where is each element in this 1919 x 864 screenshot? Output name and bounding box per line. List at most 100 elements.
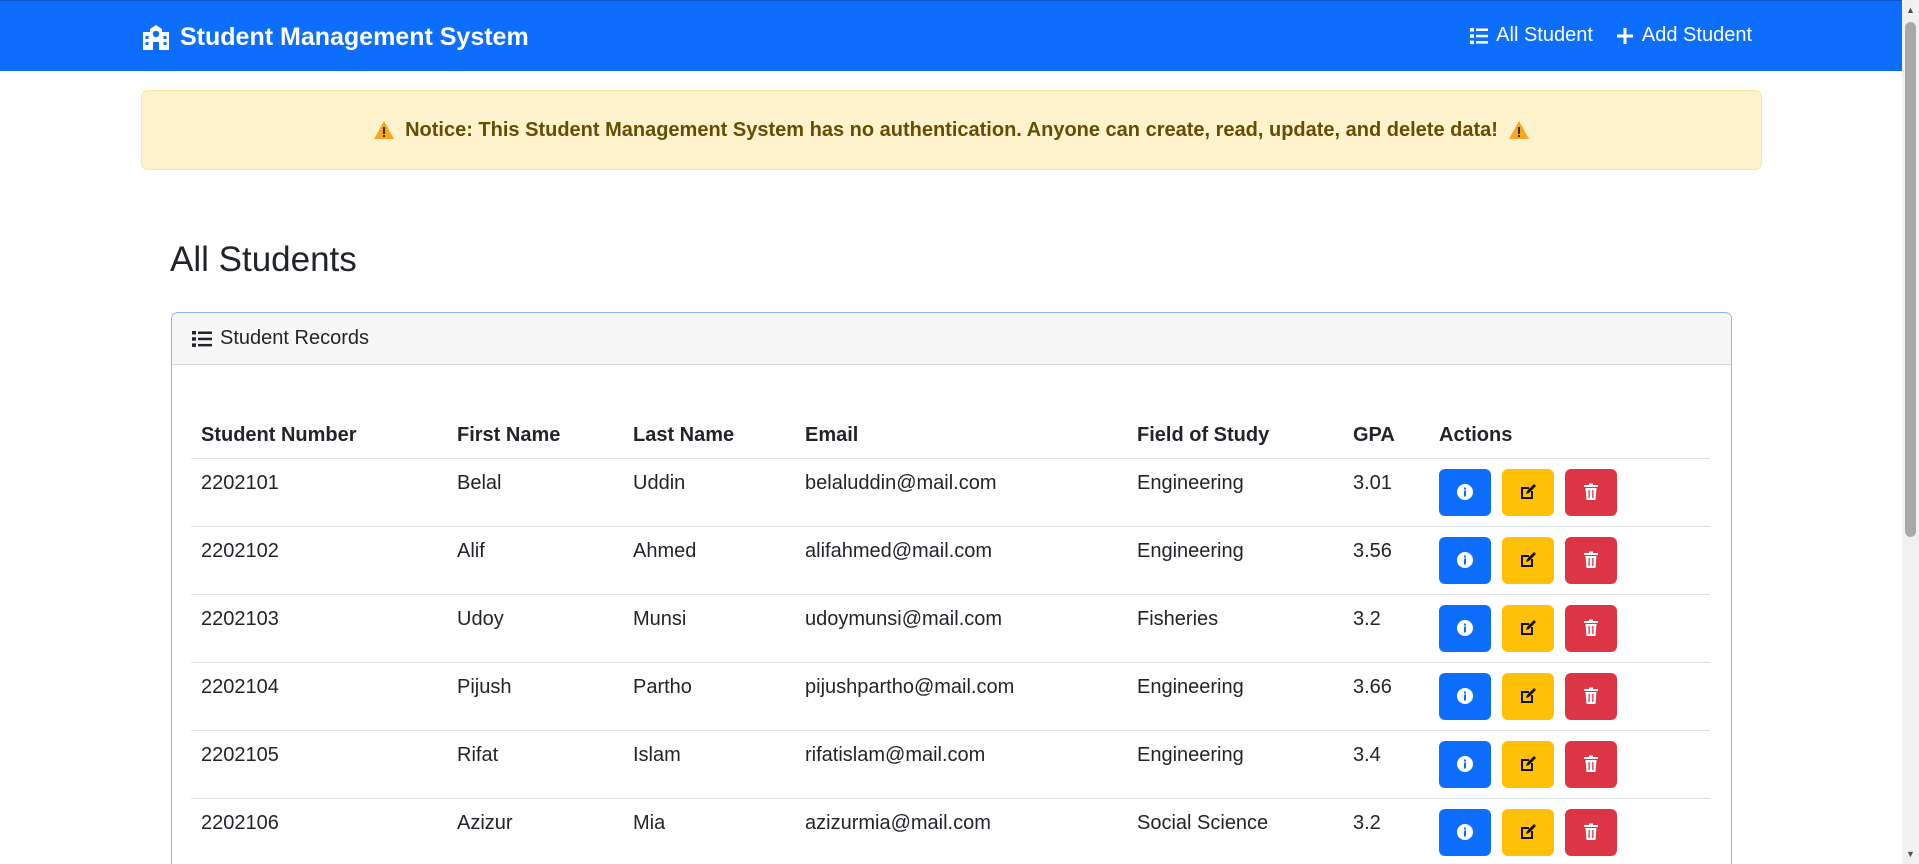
edit-icon [1521,756,1536,771]
trash-icon [1584,823,1598,840]
delete-button[interactable] [1565,740,1617,788]
list-icon [192,330,212,347]
cell-last-name: Uddin [623,458,795,527]
scroll-down-arrow-icon[interactable]: ▼ [1905,848,1916,860]
cell-first-name: Udoy [447,594,623,663]
view-details-button[interactable] [1439,672,1491,720]
edit-button[interactable] [1502,672,1554,720]
card-header-title: Student Records [220,327,369,349]
cell-student-number: 2202104 [191,662,447,731]
brand-title: Student Management System [180,22,529,51]
view-details-button[interactable] [1439,604,1491,652]
edit-icon [1521,484,1536,499]
header-field-of-study: Field of Study [1127,413,1343,459]
edit-button[interactable] [1502,536,1554,584]
edit-button[interactable] [1502,604,1554,652]
students-table: Student Number First Name Last Name Emai… [191,413,1710,864]
cell-gpa: 3.2 [1343,594,1429,663]
delete-button[interactable] [1565,808,1617,856]
edit-icon [1521,824,1536,839]
cell-student-number: 2202105 [191,730,447,799]
scroll-thumb[interactable] [1905,22,1916,537]
cell-gpa: 3.01 [1343,458,1429,527]
cell-actions [1429,594,1710,663]
cell-field-of-study: Engineering [1127,458,1343,527]
cell-email: azizurmia@mail.com [795,798,1127,864]
info-icon [1457,620,1473,636]
table-row: 2202106 Azizur Mia azizurmia@mail.com Social… [191,798,1710,864]
delete-button[interactable] [1565,468,1617,516]
plus-icon [1616,27,1633,44]
info-icon [1457,552,1473,568]
edit-icon [1521,552,1536,567]
page-scrollbar[interactable]: ▲ ▼ [1902,0,1919,864]
header-actions: Actions [1429,413,1710,459]
nav-links: All Student Add Student [1469,24,1752,47]
table-row: 2202105 Rifat Islam rifatislam@mail.com Engi… [191,730,1710,799]
cell-first-name: Azizur [447,798,623,864]
action-buttons [1439,536,1710,584]
scroll-up-arrow-icon[interactable]: ▲ [1905,4,1916,16]
cell-email: alifahmed@mail.com [795,526,1127,595]
action-buttons [1439,468,1710,516]
cell-actions [1429,730,1710,799]
cell-gpa: 3.2 [1343,798,1429,864]
cell-gpa: 3.4 [1343,730,1429,799]
cell-actions [1429,662,1710,731]
table-row: 2202103 Udoy Munsi udoymunsi@mail.com Fisher… [191,594,1710,663]
cell-field-of-study: Engineering [1127,526,1343,595]
cell-email: pijushpartho@mail.com [795,662,1127,731]
nav-add-student-label: Add Student [1641,24,1752,46]
cell-last-name: Ahmed [623,526,795,595]
view-details-button[interactable] [1439,808,1491,856]
edit-button[interactable] [1502,468,1554,516]
cell-first-name: Rifat [447,730,623,799]
table-row: 2202102 Alif Ahmed alifahmed@mail.com Engine… [191,526,1710,595]
cell-first-name: Pijush [447,662,623,731]
nav-all-student-label: All Student [1496,24,1593,46]
warning-icon [374,121,395,139]
nav-all-student[interactable]: All Student [1469,24,1593,47]
action-buttons [1439,740,1710,788]
brand[interactable]: Student Management System [140,20,529,54]
cell-actions [1429,526,1710,595]
student-records-card: Student Records Student Number First Nam… [171,312,1732,864]
cell-email: belaluddin@mail.com [795,458,1127,527]
cell-student-number: 2202106 [191,798,447,864]
header-last-name: Last Name [623,413,795,459]
school-icon [143,25,169,50]
view-details-button[interactable] [1439,468,1491,516]
nav-add-student[interactable]: Add Student [1615,24,1752,47]
trash-icon [1584,755,1598,772]
cell-field-of-study: Engineering [1127,662,1343,731]
cell-student-number: 2202101 [191,458,447,527]
cell-student-number: 2202103 [191,594,447,663]
trash-icon [1584,619,1598,636]
notice-text: Notice: This Student Management System h… [405,118,1498,141]
view-details-button[interactable] [1439,536,1491,584]
view-details-button[interactable] [1439,740,1491,788]
delete-button[interactable] [1565,604,1617,652]
notice-alert: Notice: This Student Management System h… [141,90,1762,170]
table-row: 2202104 Pijush Partho pijushpartho@mail.com… [191,662,1710,731]
cell-last-name: Islam [623,730,795,799]
cell-gpa: 3.66 [1343,662,1429,731]
edit-button[interactable] [1502,740,1554,788]
cell-field-of-study: Engineering [1127,730,1343,799]
action-buttons [1439,604,1710,652]
action-buttons [1439,808,1710,856]
info-icon [1457,756,1473,772]
edit-button[interactable] [1502,808,1554,856]
header-first-name: First Name [447,413,623,459]
cell-first-name: Alif [447,526,623,595]
cell-actions [1429,798,1710,864]
delete-button[interactable] [1565,536,1617,584]
page-title: All Students [170,240,357,279]
cell-field-of-study: Social Science [1127,798,1343,864]
cell-email: udoymunsi@mail.com [795,594,1127,663]
table-row: 2202101 Belal Uddin belaluddin@mail.com Engi… [191,458,1710,527]
delete-button[interactable] [1565,672,1617,720]
cell-last-name: Munsi [623,594,795,663]
edit-icon [1521,620,1536,635]
cell-field-of-study: Fisheries [1127,594,1343,663]
